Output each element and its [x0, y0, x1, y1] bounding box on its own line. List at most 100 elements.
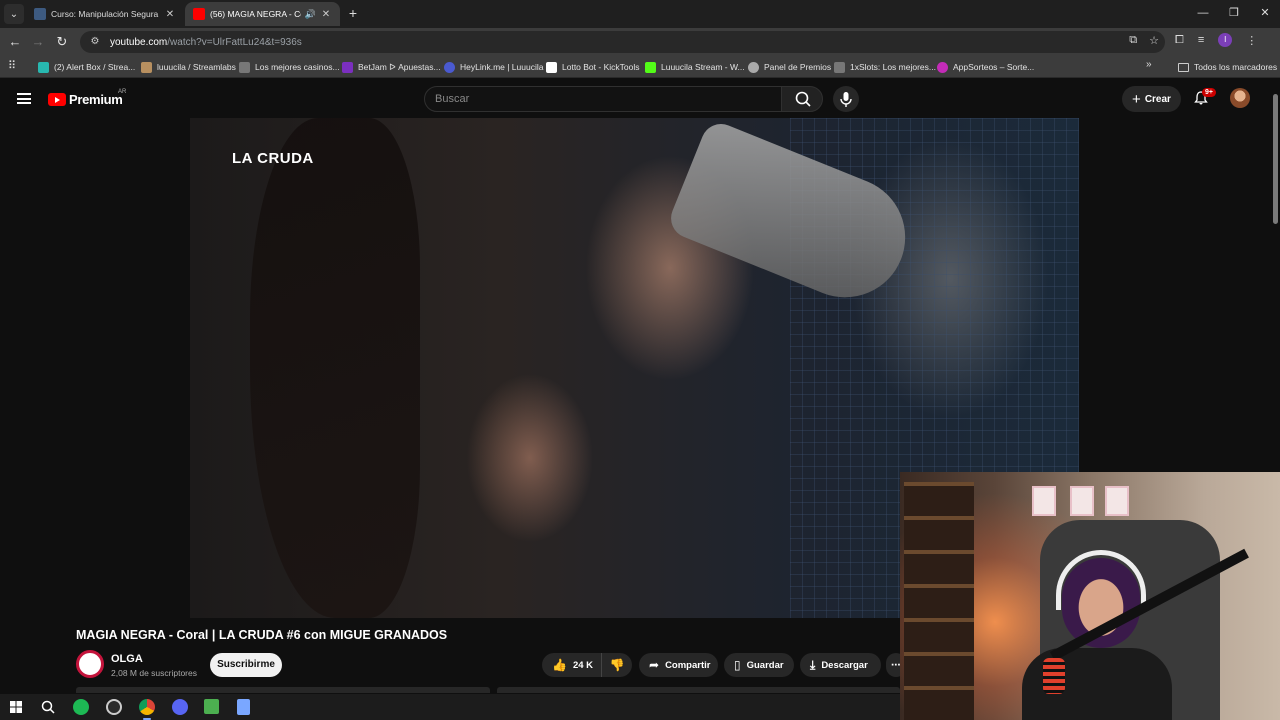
bookmark-item[interactable]: HeyLink.me | Luuucila	[444, 59, 543, 75]
subscribe-button[interactable]: Suscribirme	[210, 653, 282, 677]
channel-name[interactable]: OLGA	[111, 653, 143, 665]
back-icon[interactable]: ←	[6, 33, 24, 51]
all-bookmarks[interactable]: Todos los marcadores	[1178, 59, 1277, 75]
bookmark-item[interactable]: Los mejores casinos...	[239, 59, 340, 75]
share-button[interactable]: ➦ Compartir	[639, 653, 718, 677]
profile-avatar[interactable]: I	[1218, 33, 1233, 47]
bookmark-favicon-icon	[444, 61, 455, 73]
url-host: youtube.com	[110, 36, 168, 48]
obs-icon[interactable]	[106, 699, 122, 715]
chrome-icon[interactable]	[139, 699, 155, 715]
bookmarks-bar: ⠿ (2) Alert Box / Strea... luuucila / St…	[0, 56, 1280, 78]
download-button[interactable]: ⤓ Descargar	[800, 653, 881, 677]
youtube-favicon-icon	[193, 8, 205, 20]
channel-subscribers: 2,08 M de suscriptores	[111, 668, 197, 678]
tab-strip: ⌄ Curso: Manipulación Segura de ✕ (56) M…	[0, 0, 1280, 28]
tab-favicon-icon	[34, 8, 46, 20]
search-icon	[795, 91, 811, 107]
create-button[interactable]: + Crear	[1122, 86, 1181, 112]
thumbs-up-icon: 👍	[552, 658, 567, 672]
new-tab-icon[interactable]: +	[345, 5, 361, 21]
video-subject	[250, 118, 420, 618]
bookmark-item[interactable]: Lotto Bot - KickTools	[546, 59, 639, 75]
thumbs-down-icon: 👎	[609, 658, 625, 672]
video-overlay-title: LA CRUDA	[232, 150, 314, 167]
bookmark-item[interactable]: Panel de Premios	[748, 59, 831, 75]
search-input[interactable]: Buscar	[424, 86, 782, 112]
url-path: /watch?v=UlrFattLu24&t=936s	[167, 36, 302, 48]
plus-icon: +	[1132, 90, 1141, 108]
restore-icon[interactable]: ❐	[1224, 4, 1244, 22]
omnibox[interactable]: ⚙ youtube.com/watch?v=UlrFattLu24&t=936s…	[80, 31, 1165, 53]
recommendations-panel[interactable]	[497, 687, 900, 693]
bookmark-favicon-icon	[342, 61, 353, 73]
bookmark-favicon-icon	[937, 61, 948, 73]
address-bar-row: ← → ↻ ⚙ youtube.com/watch?v=UlrFattLu24&…	[0, 28, 1280, 56]
menu-icon[interactable]	[17, 93, 31, 104]
spotify-icon[interactable]	[73, 699, 89, 715]
wall-frame	[1105, 486, 1129, 516]
bookmark-item[interactable]: luuucila / Streamlabs	[141, 59, 236, 75]
bookmark-item[interactable]: BetJam ᐅ Apuestas...	[342, 59, 441, 75]
streaming-microphone	[1043, 658, 1065, 694]
like-dislike-group: 👍 24 K 👎	[542, 653, 632, 677]
scrollbar-thumb[interactable]	[1273, 94, 1278, 224]
discord-icon[interactable]	[172, 699, 188, 715]
bookshelf	[904, 482, 974, 720]
site-info-icon[interactable]: ⚙	[88, 35, 102, 49]
extensions-icon[interactable]: ⧠	[1175, 34, 1184, 47]
windows-start-icon[interactable]	[7, 698, 25, 716]
bookmark-favicon-icon	[38, 61, 49, 73]
webcam-overlay	[900, 472, 1280, 720]
minecraft-icon[interactable]	[204, 699, 219, 714]
youtube-logo[interactable]: Premium AR	[48, 89, 126, 107]
search-icon[interactable]	[39, 698, 57, 716]
speaker-icon[interactable]: 🔊	[305, 9, 316, 20]
install-app-icon[interactable]: ⧉	[1129, 34, 1137, 47]
wall-frame	[1032, 486, 1056, 516]
tab-title: (56) MAGIA NEGRA - Coral	[210, 9, 301, 19]
bookmark-favicon-icon	[546, 61, 557, 73]
close-tab-icon[interactable]: ✕	[320, 9, 332, 20]
bookmark-item[interactable]: 1xSlots: Los mejores...	[834, 59, 936, 75]
bookmark-favicon-icon	[645, 61, 656, 73]
bookmark-icon: ▯	[734, 658, 741, 672]
dislike-button[interactable]: 👎	[602, 653, 632, 677]
bookmark-favicon-icon	[748, 61, 759, 73]
calculator-icon[interactable]	[237, 699, 250, 715]
close-window-icon[interactable]: ✕	[1255, 4, 1275, 22]
voice-search-button[interactable]	[833, 86, 859, 112]
forward-icon[interactable]: →	[29, 33, 47, 51]
bookmark-item[interactable]: AppSorteos – Sorte...	[937, 59, 1034, 75]
bookmark-star-icon[interactable]: ☆	[1149, 34, 1159, 47]
share-arrow-icon: ➦	[649, 658, 660, 672]
minimize-icon[interactable]: —	[1193, 4, 1213, 22]
bookmark-item[interactable]: (2) Alert Box / Strea...	[38, 59, 135, 75]
tab-youtube[interactable]: (56) MAGIA NEGRA - Coral 🔊 ✕	[185, 2, 340, 26]
microphone-icon	[840, 92, 852, 107]
search-button[interactable]	[781, 86, 823, 112]
bookmark-favicon-icon	[834, 61, 845, 73]
account-avatar[interactable]	[1230, 88, 1250, 108]
screen: ⌄ Curso: Manipulación Segura de ✕ (56) M…	[0, 0, 1280, 720]
browser-menu-icon[interactable]: ⋮	[1246, 34, 1257, 47]
like-button[interactable]: 👍 24 K	[542, 653, 602, 677]
reload-icon[interactable]: ↻	[53, 33, 71, 51]
bookmark-favicon-icon	[239, 61, 250, 73]
reading-list-icon[interactable]: ≡	[1198, 34, 1204, 46]
youtube-play-icon	[48, 93, 66, 106]
tab-search-chevron-icon[interactable]: ⌄	[4, 4, 24, 24]
video-title: MAGIA NEGRA - Coral | LA CRUDA #6 con MI…	[76, 628, 448, 642]
download-icon: ⤓	[810, 657, 816, 672]
close-tab-icon[interactable]: ✕	[164, 9, 176, 20]
folder-icon	[1178, 62, 1189, 72]
save-button[interactable]: ▯ Guardar	[724, 653, 794, 677]
bookmark-item[interactable]: Luuucila Stream - W...	[645, 59, 745, 75]
apps-grid-icon[interactable]: ⠿	[8, 60, 20, 72]
notification-badge: 9+	[1202, 88, 1216, 97]
channel-avatar[interactable]	[76, 650, 104, 678]
description-box[interactable]	[76, 687, 490, 693]
wall-frame	[1070, 486, 1094, 516]
tab-curso[interactable]: Curso: Manipulación Segura de ✕	[26, 2, 184, 26]
more-bookmarks-icon[interactable]: »	[1146, 59, 1152, 70]
